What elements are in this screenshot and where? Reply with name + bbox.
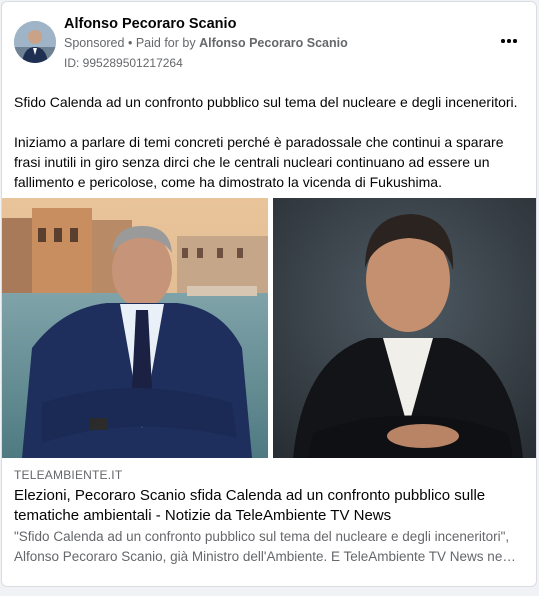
post-text-paragraph-1: Sfido Calenda ad un confronto pubblico s… — [14, 94, 518, 110]
meta-separator: • — [127, 36, 133, 50]
link-preview-image[interactable] — [2, 198, 536, 458]
author-avatar[interactable] — [14, 21, 56, 63]
link-title[interactable]: Elezioni, Pecoraro Scanio sfida Calenda … — [14, 486, 526, 526]
sponsored-meta: Sponsored • Paid for by Alfonso Pecoraro… — [64, 36, 348, 50]
more-horizontal-icon — [501, 39, 505, 43]
photo-right-portrait — [273, 198, 536, 458]
ad-id: ID: 995289501217264 — [64, 56, 183, 70]
paid-for-name[interactable]: Alfonso Pecoraro Scanio — [199, 36, 348, 50]
link-domain[interactable]: TELEAMBIENTE.IT — [14, 468, 122, 482]
link-description[interactable]: "Sfido Calenda ad un confronto pubblico … — [14, 527, 524, 567]
paid-for-prefix: Paid for by — [135, 36, 196, 50]
sponsored-post-card: Alfonso Pecoraro Scanio Sponsored • Paid… — [1, 1, 537, 587]
photo-left-venice-portrait — [2, 198, 268, 458]
author-name[interactable]: Alfonso Pecoraro Scanio — [64, 16, 236, 32]
sponsored-label: Sponsored — [64, 36, 125, 50]
more-options-button[interactable] — [496, 32, 522, 50]
post-text-paragraph-2: Iniziamo a parlare di temi concreti perc… — [14, 134, 504, 190]
